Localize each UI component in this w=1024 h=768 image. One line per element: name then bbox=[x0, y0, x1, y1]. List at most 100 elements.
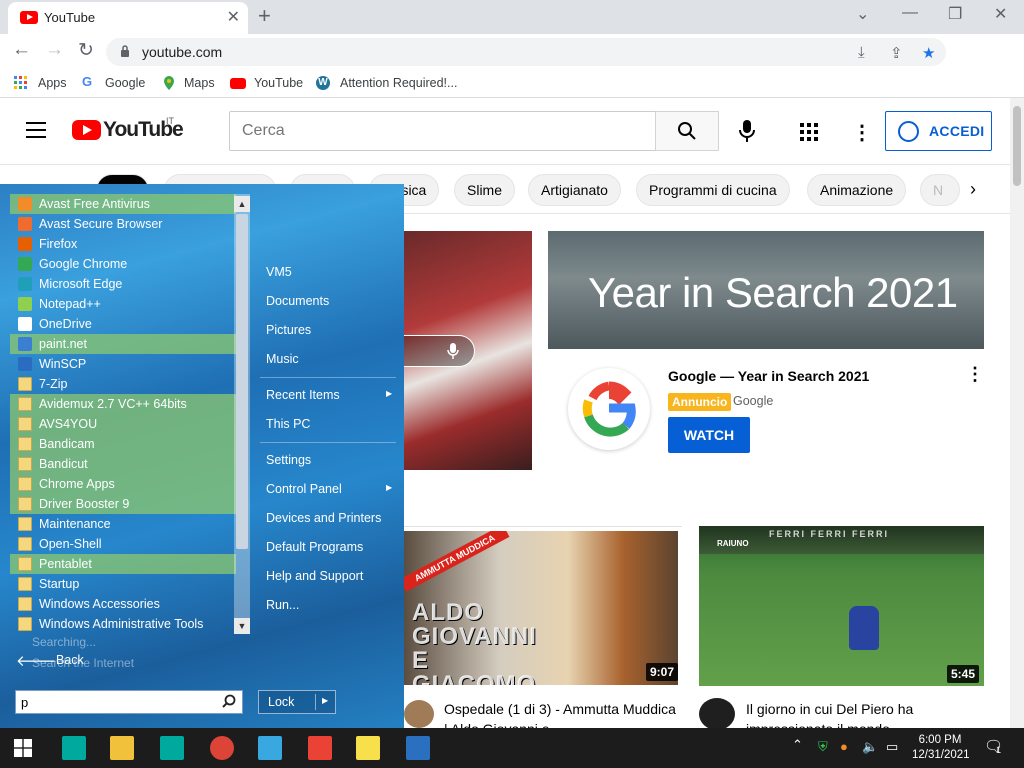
hamburger-menu-icon[interactable] bbox=[26, 122, 46, 138]
ad-banner[interactable]: Year in Search 2021 bbox=[548, 231, 984, 349]
clock[interactable]: 6:00 PM 12/31/2021 bbox=[912, 733, 970, 763]
sticky-notes-icon[interactable] bbox=[356, 736, 380, 760]
program-item[interactable]: WinSCP bbox=[10, 354, 236, 374]
program-item[interactable]: paint.net bbox=[10, 334, 236, 354]
program-list-scroll-thumb[interactable] bbox=[236, 214, 248, 549]
lock-button[interactable]: Lock ▶ bbox=[258, 690, 336, 714]
ad-title[interactable]: Google — Year in Search 2021 bbox=[668, 368, 869, 384]
program-item[interactable]: Bandicam bbox=[10, 434, 236, 454]
start-menu-link[interactable]: Control Panel ▶ bbox=[266, 482, 392, 496]
close-window-button[interactable]: ✕ bbox=[994, 4, 1007, 24]
program-item[interactable]: Google Chrome bbox=[10, 254, 236, 274]
address-bar[interactable]: youtube.com ⤓ ⇪ ★ bbox=[106, 38, 946, 66]
bookmark-google[interactable]: Google bbox=[105, 76, 145, 90]
sign-in-button[interactable]: ACCEDI bbox=[885, 111, 992, 151]
start-menu-link[interactable]: Settings bbox=[266, 453, 311, 467]
chevron-up-icon[interactable]: ⌃ bbox=[792, 737, 803, 753]
tab-search-icon[interactable]: ⌄ bbox=[856, 4, 869, 24]
start-menu-link[interactable]: VM5 bbox=[266, 265, 292, 279]
program-item[interactable]: OneDrive bbox=[10, 314, 236, 334]
start-menu-link[interactable]: Music bbox=[266, 352, 299, 366]
bookmark-attention-required[interactable]: Attention Required!... bbox=[340, 76, 457, 90]
page-scrollbar[interactable] bbox=[1010, 98, 1024, 728]
chip-animazione[interactable]: Animazione bbox=[807, 174, 907, 206]
program-item[interactable]: Avidemux 2.7 VC++ 64bits bbox=[10, 394, 236, 414]
start-menu-link[interactable]: This PC bbox=[266, 417, 310, 431]
start-search-value[interactable]: p bbox=[21, 695, 28, 710]
translator-icon[interactable] bbox=[406, 736, 430, 760]
forward-icon[interactable]: → bbox=[45, 39, 64, 61]
share-icon[interactable]: ⇪ bbox=[890, 44, 903, 62]
start-menu-link[interactable]: Pictures bbox=[266, 323, 311, 337]
start-search-input[interactable]: p bbox=[15, 690, 243, 714]
program-list-scrollbar[interactable]: ▲ ▼ bbox=[234, 194, 250, 634]
microphone-icon[interactable] bbox=[735, 118, 759, 144]
windows-start-icon[interactable] bbox=[14, 739, 32, 757]
program-item[interactable]: Open-Shell bbox=[10, 534, 236, 554]
chevron-right-icon[interactable]: › bbox=[970, 179, 976, 200]
volume-muted-icon[interactable]: 🔈 bbox=[862, 739, 878, 755]
gmail-icon[interactable] bbox=[308, 736, 332, 760]
program-item[interactable]: Notepad++ bbox=[10, 294, 236, 314]
start-menu-link[interactable]: Default Programs bbox=[266, 540, 363, 554]
start-menu-link[interactable]: Help and Support bbox=[266, 569, 363, 583]
program-item[interactable]: Startup bbox=[10, 574, 236, 594]
video-thumbnail[interactable]: AMMUTTA MUDDICA ALDO GIOVANNI E GIACOMO … bbox=[404, 531, 678, 685]
scroll-down-icon[interactable]: ▼ bbox=[234, 618, 250, 634]
program-item[interactable]: Chrome Apps bbox=[10, 474, 236, 494]
install-icon[interactable]: ⤓ bbox=[858, 44, 865, 61]
program-item[interactable]: Avast Free Antivirus bbox=[10, 194, 236, 214]
program-item[interactable]: Windows Administrative Tools bbox=[10, 614, 236, 634]
tab-youtube[interactable]: YouTube ✕ bbox=[8, 2, 248, 34]
close-tab-icon[interactable]: ✕ bbox=[227, 7, 240, 27]
program-item[interactable]: Microsoft Edge bbox=[10, 274, 236, 294]
program-item[interactable]: Avast Secure Browser bbox=[10, 214, 236, 234]
bookmark-youtube[interactable]: YouTube bbox=[254, 76, 303, 90]
restore-button[interactable]: ❐ bbox=[948, 4, 962, 24]
minimize-button[interactable]: — bbox=[902, 4, 918, 22]
ad-more-icon[interactable]: ⋮ bbox=[966, 364, 984, 385]
program-item[interactable]: Maintenance bbox=[10, 514, 236, 534]
start-menu-link[interactable]: Devices and Printers bbox=[266, 511, 381, 525]
search-icon[interactable] bbox=[222, 694, 236, 708]
chip-slime[interactable]: Slime bbox=[454, 174, 516, 206]
start-menu-link[interactable]: Documents bbox=[266, 294, 329, 308]
bookmark-star-icon[interactable]: ★ bbox=[922, 44, 935, 62]
search-input[interactable]: Cerca bbox=[229, 111, 656, 151]
ad-watch-button[interactable]: WATCH bbox=[668, 417, 750, 453]
channel-avatar[interactable] bbox=[404, 700, 434, 728]
avast-tray-icon[interactable]: ● bbox=[840, 739, 848, 754]
scrollbar-thumb[interactable] bbox=[1013, 106, 1021, 186]
file-explorer-icon[interactable] bbox=[110, 736, 134, 760]
reload-icon[interactable]: ↻ bbox=[78, 39, 94, 62]
l-app-icon[interactable] bbox=[258, 736, 282, 760]
program-item[interactable]: Firefox bbox=[10, 234, 236, 254]
scroll-up-icon[interactable]: ▲ bbox=[234, 196, 250, 212]
program-item[interactable]: 7-Zip bbox=[10, 374, 236, 394]
chip-programmi-di-cucina[interactable]: Programmi di cucina bbox=[636, 174, 790, 206]
url-text[interactable]: youtube.com bbox=[142, 44, 222, 60]
chip-partial[interactable]: N bbox=[920, 174, 960, 206]
credit-agricole-app-2-icon[interactable] bbox=[160, 736, 184, 760]
new-tab-button[interactable]: + bbox=[258, 3, 271, 29]
channel-avatar[interactable] bbox=[699, 698, 735, 730]
shield-icon[interactable]: ⛨ bbox=[818, 739, 828, 755]
lock-icon[interactable] bbox=[120, 44, 130, 58]
bookmark-apps[interactable]: Apps bbox=[38, 76, 67, 90]
start-menu-link[interactable]: Recent Items ▶ bbox=[266, 388, 392, 402]
program-item[interactable]: AVS4YOU bbox=[10, 414, 236, 434]
program-item[interactable]: Driver Booster 9 bbox=[10, 494, 236, 514]
search-button[interactable] bbox=[655, 111, 719, 151]
caret-right-icon[interactable]: ▶ bbox=[322, 696, 328, 705]
program-item[interactable]: Windows Accessories bbox=[10, 594, 236, 614]
chrome-icon[interactable] bbox=[210, 736, 234, 760]
video-thumbnail[interactable]: RAIUNO FERRI FERRI FERRI 5:45 bbox=[699, 526, 984, 686]
chip-artigianato[interactable]: Artigianato bbox=[528, 174, 621, 206]
start-menu-link[interactable]: Run... bbox=[266, 598, 299, 612]
program-item[interactable]: Pentablet bbox=[10, 554, 236, 574]
youtube-apps-icon[interactable] bbox=[800, 123, 818, 141]
bookmark-maps[interactable]: Maps bbox=[184, 76, 215, 90]
program-item[interactable]: Bandicut bbox=[10, 454, 236, 474]
google-logo-icon[interactable] bbox=[568, 368, 650, 450]
network-icon[interactable]: ▭ bbox=[886, 739, 898, 755]
